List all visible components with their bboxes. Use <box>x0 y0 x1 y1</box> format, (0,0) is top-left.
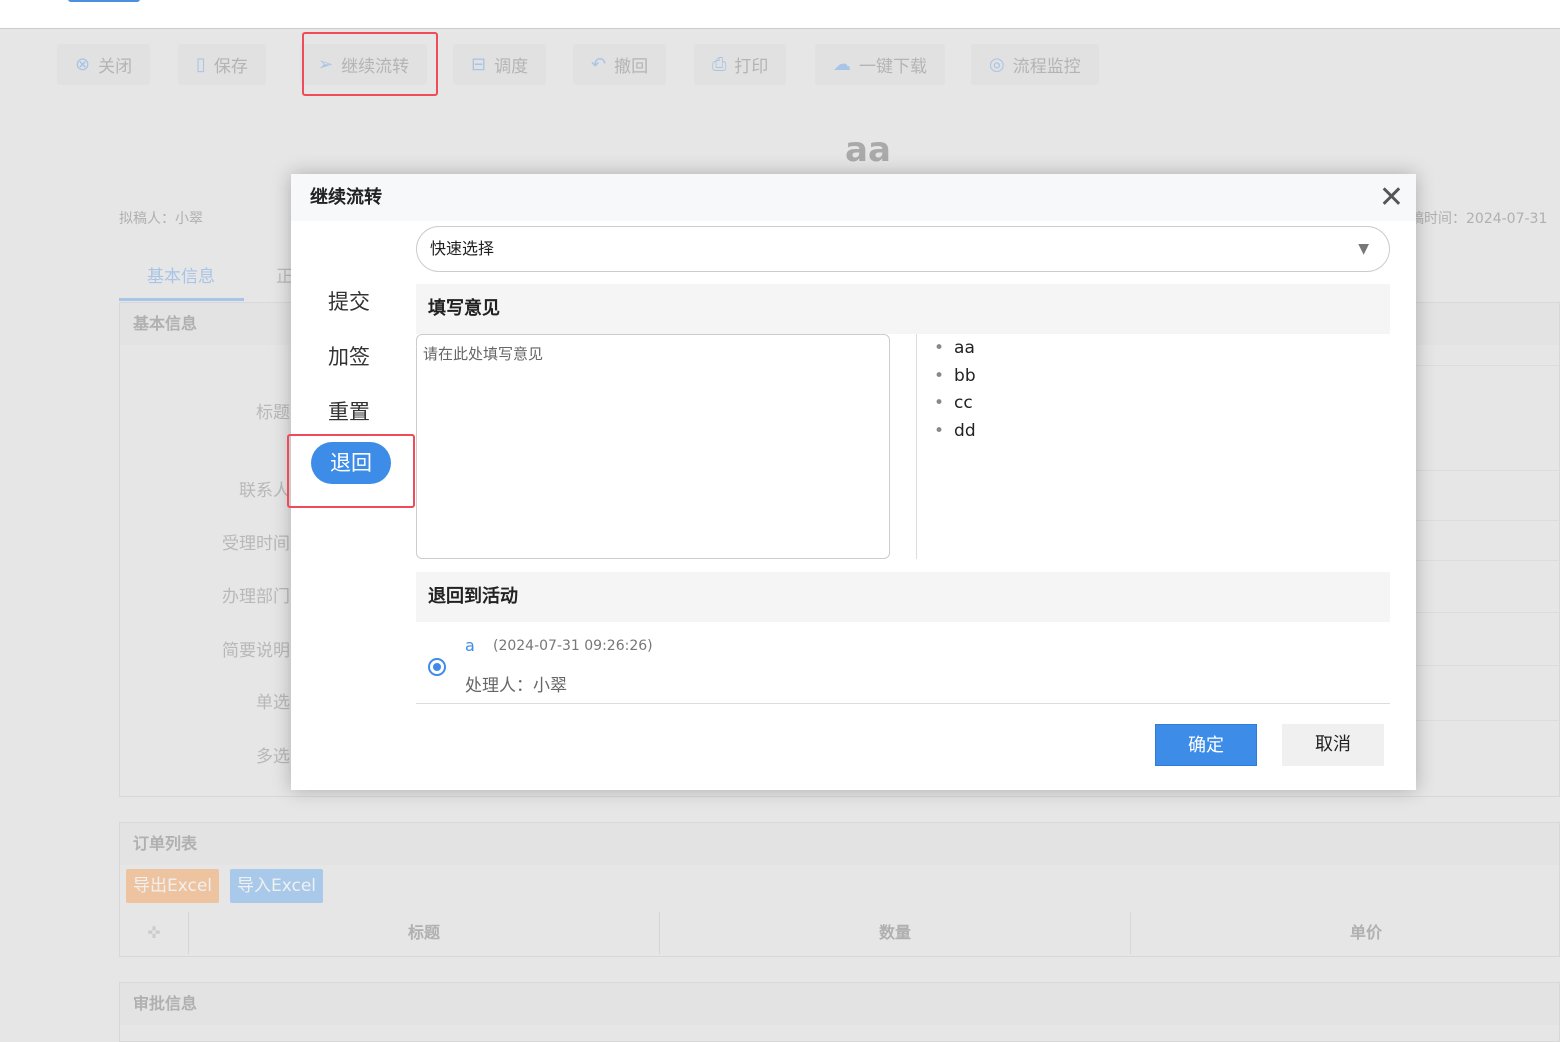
top-bar <box>0 0 1560 29</box>
close-button[interactable]: ⊗ 关闭 <box>57 44 151 85</box>
order-list-header: 订单列表 <box>120 823 1559 865</box>
menu-submit[interactable]: 提交 <box>328 286 370 316</box>
confirm-button[interactable]: 确定 <box>1155 724 1257 766</box>
cloud-download-icon: ☁ <box>833 54 851 75</box>
add-row-icon[interactable]: ✜ <box>120 912 189 954</box>
approval-panel: 审批信息 <box>119 982 1560 1042</box>
field-label: 受理时间 <box>222 534 290 554</box>
save-button[interactable]: ▯ 保存 <box>178 44 266 85</box>
schedule-icon: ⊟ <box>471 54 487 75</box>
column-price: 单价 <box>1131 912 1560 954</box>
quick-select-value: 快速选择 <box>430 239 495 258</box>
quick-select-dropdown[interactable]: 快速选择 ▼ <box>416 226 1390 272</box>
print-label: 打印 <box>734 57 769 77</box>
activity-radio[interactable] <box>428 658 446 676</box>
opinion-option[interactable]: cc <box>934 393 976 421</box>
flow-monitor-button[interactable]: ◎ 流程监控 <box>971 44 1099 85</box>
schedule-button[interactable]: ⊟ 调度 <box>453 44 547 85</box>
close-label: 关闭 <box>98 57 133 77</box>
save-icon: ▯ <box>196 54 206 75</box>
download-label: 一键下载 <box>859 57 927 77</box>
chevron-down-icon: ▼ <box>1358 241 1369 257</box>
activity-name: a <box>465 636 475 655</box>
import-excel-button[interactable]: 导入Excel <box>230 869 324 903</box>
highlight-box <box>302 32 438 96</box>
field-label: 标题 <box>256 403 290 423</box>
column-quantity: 数量 <box>660 912 1131 954</box>
draft-time: 稿时间：2024-07-31 <box>1410 211 1548 227</box>
cancel-button[interactable]: 取消 <box>1282 724 1384 766</box>
withdraw-button[interactable]: ↶ 撤回 <box>573 44 667 85</box>
field-label: 简要说明 <box>222 641 290 661</box>
schedule-label: 调度 <box>494 57 529 77</box>
field-label: 办理部门 <box>222 587 290 607</box>
activity-handler: 处理人：小翠 <box>465 676 567 696</box>
menu-reset[interactable]: 重置 <box>328 396 370 426</box>
print-button[interactable]: ⎙ 打印 <box>694 44 787 85</box>
drafter: 拟稿人：小翠 <box>119 211 203 227</box>
withdraw-label: 撤回 <box>614 57 649 77</box>
continue-flow-dialog: 继续流转 ✕ 提交 加签 重置 退回 快速选择▼ 填写意见 aa bb cc d… <box>287 174 1416 790</box>
opinion-option[interactable]: bb <box>934 366 976 394</box>
highlight-box <box>287 434 415 508</box>
page-title: aa <box>845 130 891 170</box>
print-icon: ⎙ <box>712 54 727 75</box>
undo-icon: ↶ <box>591 54 607 75</box>
opinion-option[interactable]: dd <box>934 421 976 449</box>
save-label: 保存 <box>213 57 248 77</box>
opinion-option[interactable]: aa <box>934 338 976 366</box>
opinion-input[interactable] <box>416 334 890 559</box>
column-title: 标题 <box>189 912 660 954</box>
return-activity-header: 退回到活动 <box>416 572 1390 622</box>
opinion-header: 填写意见 <box>416 284 1390 334</box>
download-all-button[interactable]: ☁ 一键下载 <box>815 44 945 85</box>
field-label: 单选 <box>256 693 290 713</box>
field-label: 联系人 <box>239 481 290 501</box>
menu-add-sign[interactable]: 加签 <box>328 341 370 371</box>
dialog-title: 继续流转 <box>291 174 1416 221</box>
monitor-label: 流程监控 <box>1012 57 1081 77</box>
browser-tab[interactable] <box>68 0 140 2</box>
approval-header: 审批信息 <box>120 983 1559 1025</box>
monitor-icon: ◎ <box>989 54 1005 75</box>
close-icon[interactable]: ✕ <box>1379 180 1404 215</box>
field-label: 多选 <box>256 747 290 767</box>
activity-time: (2024-07-31 09:26:26) <box>493 638 653 654</box>
close-circle-icon: ⊗ <box>75 54 91 75</box>
common-opinions-list: aa bb cc dd <box>934 338 976 448</box>
export-excel-button[interactable]: 导出Excel <box>126 869 220 903</box>
